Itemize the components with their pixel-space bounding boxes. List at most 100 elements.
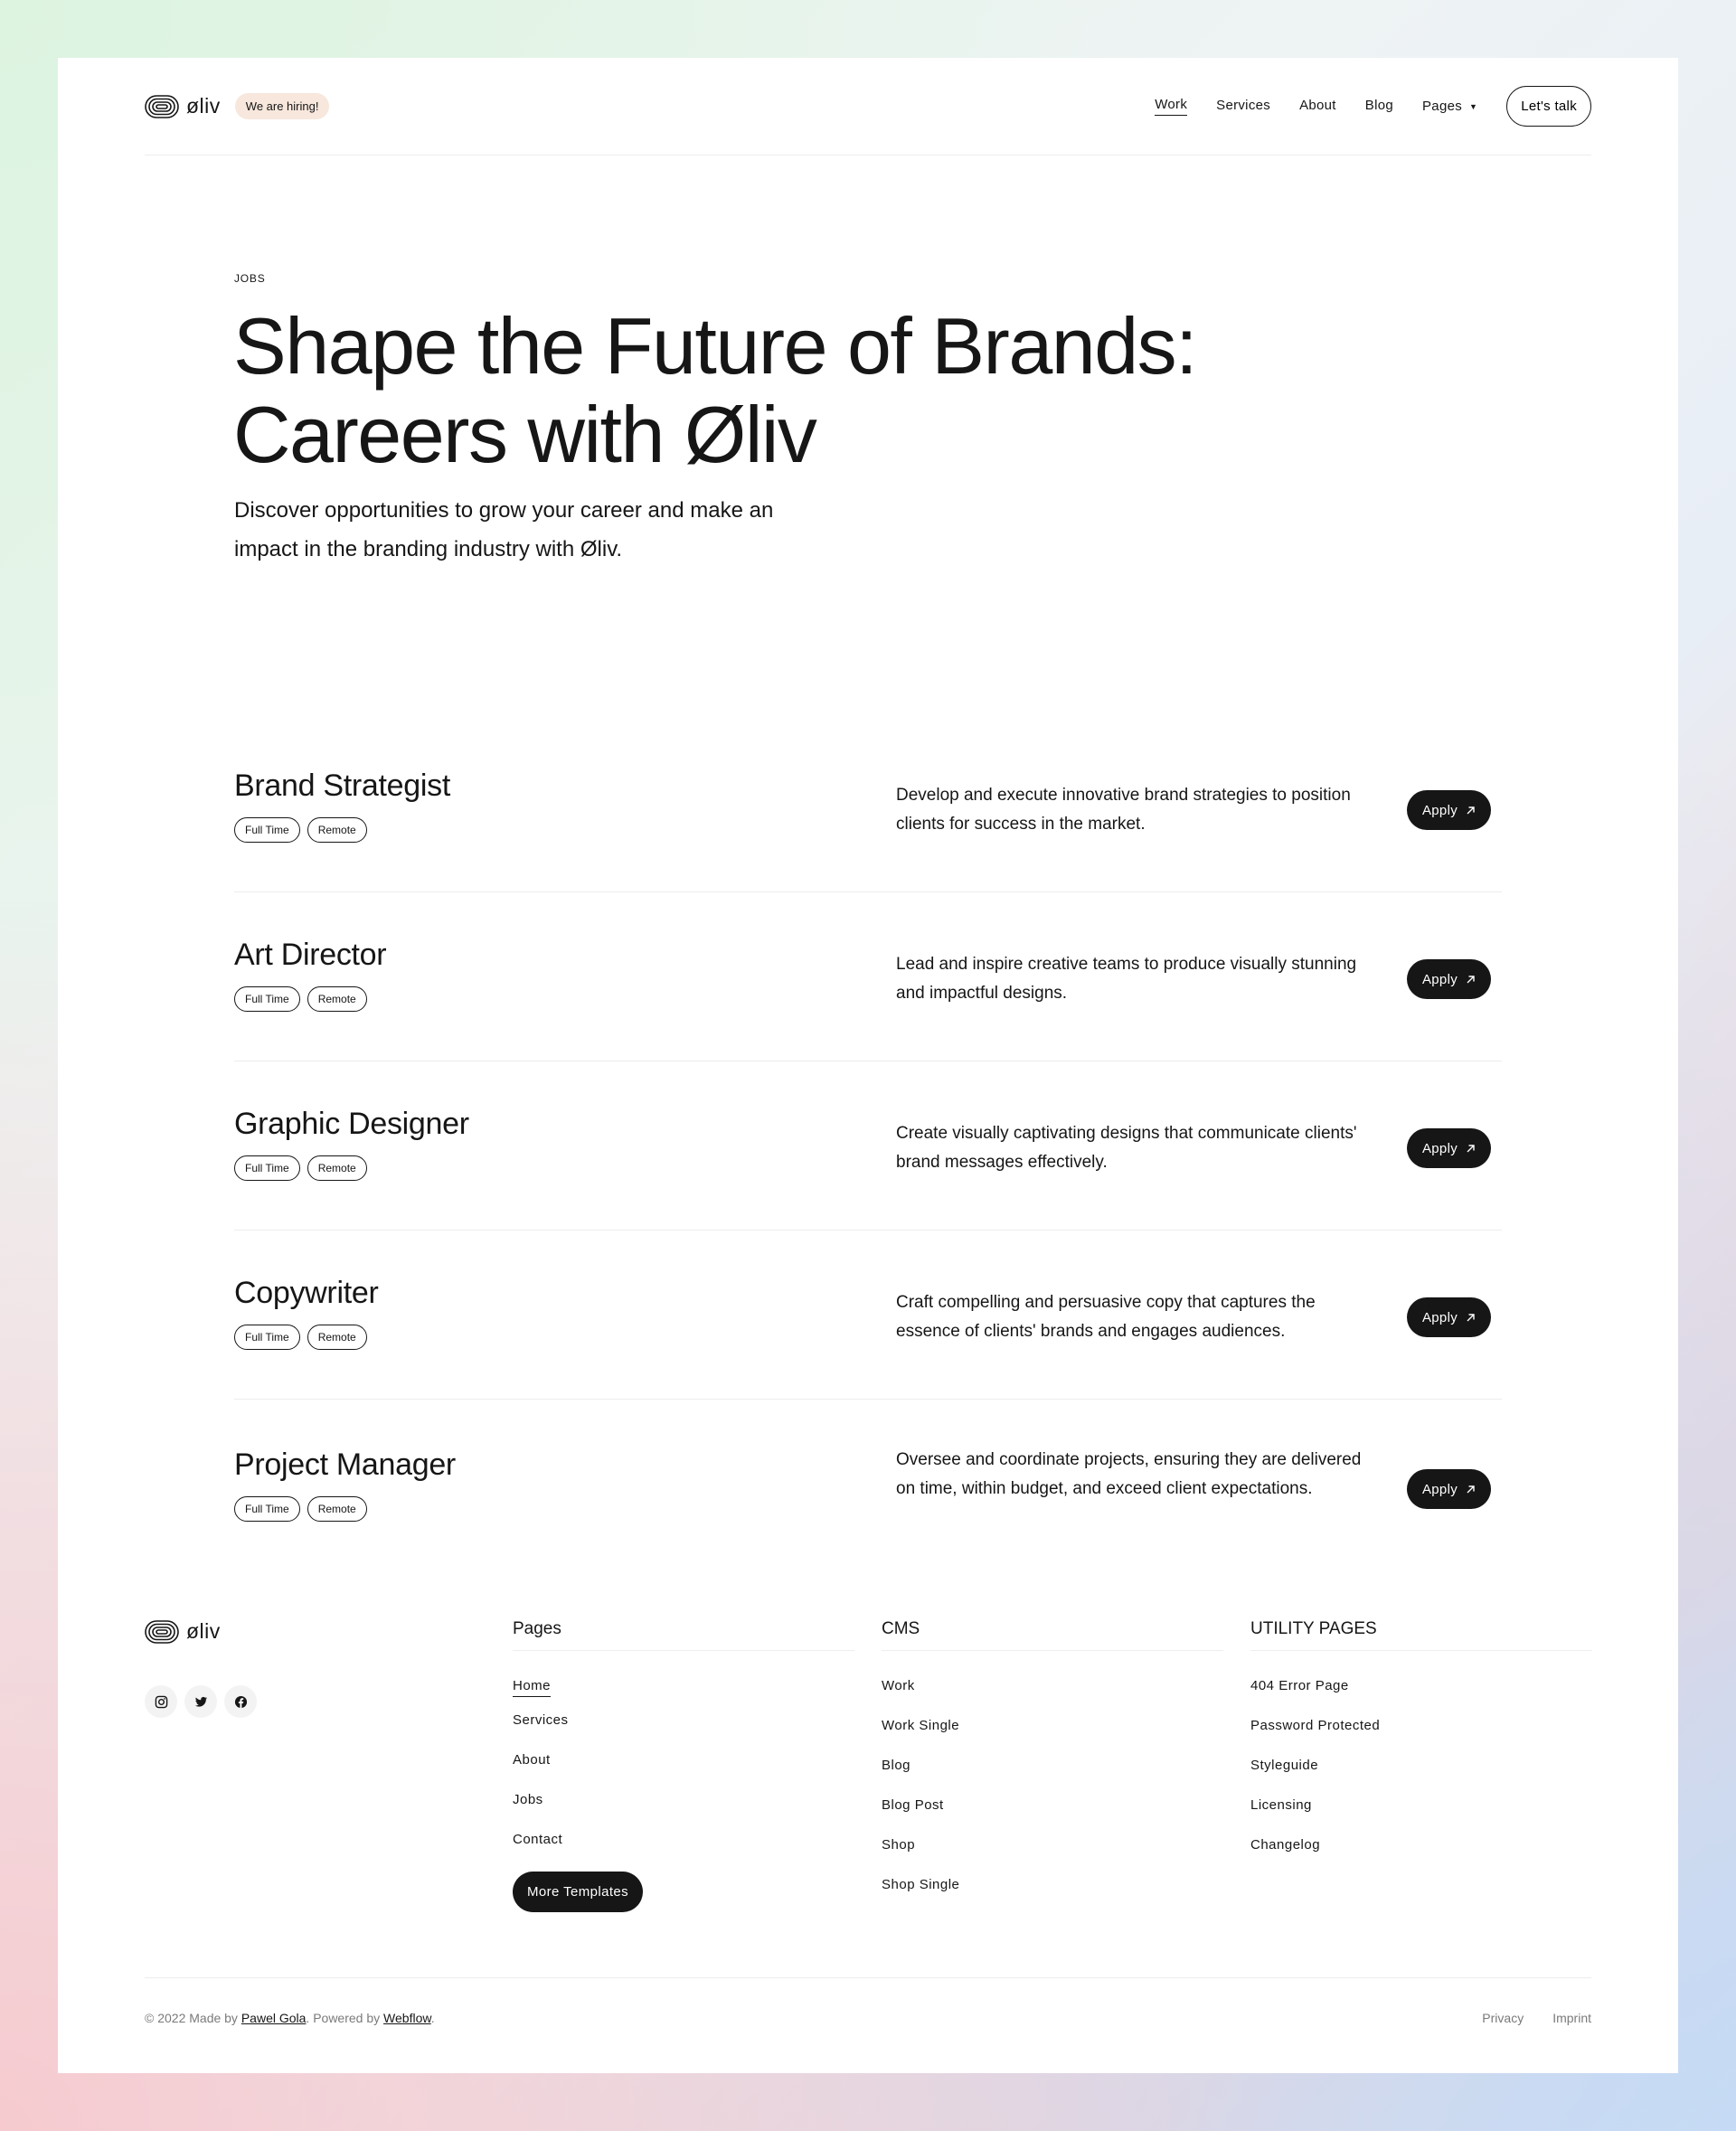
more-templates-button[interactable]: More Templates bbox=[513, 1872, 644, 1912]
job-title: Copywriter bbox=[234, 1276, 379, 1310]
footer-pages-column: Pages Home Services About Jobs Contact M… bbox=[513, 1619, 854, 1912]
footer-cms-column: CMS Work Work Single Blog Blog Post Shop… bbox=[882, 1619, 1223, 1917]
tag-full-time: Full Time bbox=[234, 817, 300, 843]
logo-text[interactable]: øliv bbox=[186, 94, 221, 118]
job-title: Project Manager bbox=[234, 1447, 456, 1482]
tag-full-time: Full Time bbox=[234, 986, 300, 1012]
arrow-up-right-icon bbox=[1467, 975, 1475, 983]
twitter-icon[interactable] bbox=[184, 1685, 217, 1718]
job-tags: Full Time Remote bbox=[234, 817, 367, 843]
footer-link-changelog[interactable]: Changelog bbox=[1250, 1837, 1592, 1877]
apply-label: Apply bbox=[1421, 1481, 1458, 1497]
footer-link-work[interactable]: Work bbox=[882, 1678, 1223, 1718]
job-tags: Full Time Remote bbox=[234, 1155, 367, 1181]
top-nav: øliv We are hiring! Work Services About … bbox=[145, 58, 1591, 156]
apply-label: Apply bbox=[1421, 1309, 1458, 1325]
copyright: © 2022 Made by Pawel Gola. Powered by We… bbox=[145, 2011, 435, 2025]
apply-label: Apply bbox=[1421, 971, 1458, 987]
footer-link-about[interactable]: About bbox=[513, 1752, 854, 1792]
apply-label: Apply bbox=[1421, 1140, 1458, 1156]
footer-link-styleguide[interactable]: Styleguide bbox=[1250, 1758, 1592, 1797]
job-description: Develop and execute innovative brand str… bbox=[896, 786, 1351, 834]
logo-icon[interactable] bbox=[145, 94, 179, 118]
nav-pages-dropdown[interactable]: Pages ▼ bbox=[1422, 99, 1477, 114]
webflow-link[interactable]: Webflow bbox=[383, 2011, 431, 2025]
page-title-line-1: Shape the Future of Brands: bbox=[233, 301, 1198, 391]
footer-link-blog-post[interactable]: Blog Post bbox=[882, 1797, 1223, 1837]
apply-button[interactable]: Apply bbox=[1407, 1469, 1491, 1509]
tag-remote: Remote bbox=[307, 1155, 367, 1181]
nav-link-services[interactable]: Services bbox=[1216, 98, 1270, 116]
arrow-up-right-icon bbox=[1467, 1144, 1475, 1152]
nav-links: Work Services About Blog Pages ▼ Let's t… bbox=[1155, 86, 1591, 127]
footer-utility-list: 404 Error Page Password Protected Styleg… bbox=[1250, 1678, 1592, 1877]
page-subtitle: Discover opportunities to grow your care… bbox=[234, 498, 774, 561]
legal-links: Privacy Imprint bbox=[1482, 2011, 1591, 2025]
nav-link-blog[interactable]: Blog bbox=[1365, 98, 1393, 116]
apply-button[interactable]: Apply bbox=[1407, 959, 1491, 999]
footer-link-shop-single[interactable]: Shop Single bbox=[882, 1877, 1223, 1917]
social-links bbox=[145, 1685, 257, 1718]
apply-label: Apply bbox=[1421, 802, 1458, 818]
tag-remote: Remote bbox=[307, 817, 367, 843]
hiring-badge[interactable]: We are hiring! bbox=[234, 93, 330, 119]
job-tags: Full Time Remote bbox=[234, 986, 367, 1012]
arrow-up-right-icon bbox=[1467, 806, 1475, 814]
footer-cms-list: Work Work Single Blog Blog Post Shop Sho… bbox=[882, 1678, 1223, 1917]
footer-utility-heading: UTILITY PAGES bbox=[1250, 1619, 1592, 1651]
privacy-link[interactable]: Privacy bbox=[1482, 2011, 1524, 2025]
footer-link-services[interactable]: Services bbox=[513, 1712, 854, 1752]
footer-pages-list: Home Services About Jobs Contact More Te… bbox=[513, 1678, 854, 1912]
footer-link-shop[interactable]: Shop bbox=[882, 1837, 1223, 1877]
nav-link-about[interactable]: About bbox=[1299, 98, 1336, 116]
footer-link-404[interactable]: 404 Error Page bbox=[1250, 1678, 1592, 1718]
instagram-icon[interactable] bbox=[145, 1685, 177, 1718]
tag-remote: Remote bbox=[307, 986, 367, 1012]
footer-link-blog[interactable]: Blog bbox=[882, 1758, 1223, 1797]
job-description: Lead and inspire creative teams to produ… bbox=[896, 955, 1357, 1003]
arrow-up-right-icon bbox=[1467, 1313, 1475, 1321]
imprint-link[interactable]: Imprint bbox=[1552, 2011, 1591, 2025]
footer-link-licensing[interactable]: Licensing bbox=[1250, 1797, 1592, 1837]
footer-logo-text: øliv bbox=[186, 1619, 221, 1643]
job-row: Art Director Full Time Remote Lead and i… bbox=[234, 892, 1502, 1061]
copyright-period: . bbox=[430, 2011, 435, 2025]
apply-button[interactable]: Apply bbox=[1407, 790, 1491, 830]
job-description: Create visually captivating designs that… bbox=[896, 1124, 1357, 1172]
footer-utility-column: UTILITY PAGES 404 Error Page Password Pr… bbox=[1250, 1619, 1592, 1877]
tag-remote: Remote bbox=[307, 1496, 367, 1522]
page-eyebrow: JOBS bbox=[234, 272, 266, 285]
job-row: Project Manager Full Time Remote Oversee… bbox=[234, 1400, 1502, 1580]
author-link[interactable]: Pawel Gola bbox=[241, 2011, 307, 2025]
job-row: Copywriter Full Time Remote Craft compel… bbox=[234, 1231, 1502, 1400]
arrow-up-right-icon bbox=[1467, 1485, 1475, 1493]
job-tags: Full Time Remote bbox=[234, 1325, 367, 1350]
job-tags: Full Time Remote bbox=[234, 1496, 367, 1522]
footer-link-jobs[interactable]: Jobs bbox=[513, 1792, 854, 1832]
job-title: Graphic Designer bbox=[234, 1107, 469, 1141]
page-card: øliv We are hiring! Work Services About … bbox=[58, 58, 1678, 2073]
apply-button[interactable]: Apply bbox=[1407, 1128, 1491, 1168]
footer-link-work-single[interactable]: Work Single bbox=[882, 1718, 1223, 1758]
footer-pages-heading: Pages bbox=[513, 1619, 854, 1651]
logo-icon bbox=[145, 1619, 179, 1644]
footer-link-home[interactable]: Home bbox=[513, 1678, 854, 1712]
nav-pages-label: Pages bbox=[1422, 99, 1463, 114]
job-description: Craft compelling and persuasive copy tha… bbox=[896, 1293, 1316, 1341]
job-row: Brand Strategist Full Time Remote Develo… bbox=[234, 709, 1502, 892]
page-title: Shape the Future of Brands: Careers with… bbox=[233, 302, 1409, 479]
footer-link-contact[interactable]: Contact bbox=[513, 1832, 854, 1872]
chevron-down-icon: ▼ bbox=[1469, 101, 1478, 111]
lets-talk-button[interactable]: Let's talk bbox=[1506, 86, 1591, 127]
job-row: Graphic Designer Full Time Remote Create… bbox=[234, 1061, 1502, 1231]
apply-button[interactable]: Apply bbox=[1407, 1297, 1491, 1337]
copyright-prefix: © 2022 Made by bbox=[145, 2011, 238, 2025]
footer-cms-heading: CMS bbox=[882, 1619, 1223, 1651]
powered-prefix: . Powered by bbox=[306, 2011, 381, 2025]
tag-remote: Remote bbox=[307, 1325, 367, 1350]
footer-brand[interactable]: øliv bbox=[145, 1619, 221, 1644]
footer-link-password-protected[interactable]: Password Protected bbox=[1250, 1718, 1592, 1758]
nav-link-work[interactable]: Work bbox=[1155, 97, 1188, 116]
facebook-icon[interactable] bbox=[224, 1685, 257, 1718]
footer-divider bbox=[145, 1977, 1591, 1978]
